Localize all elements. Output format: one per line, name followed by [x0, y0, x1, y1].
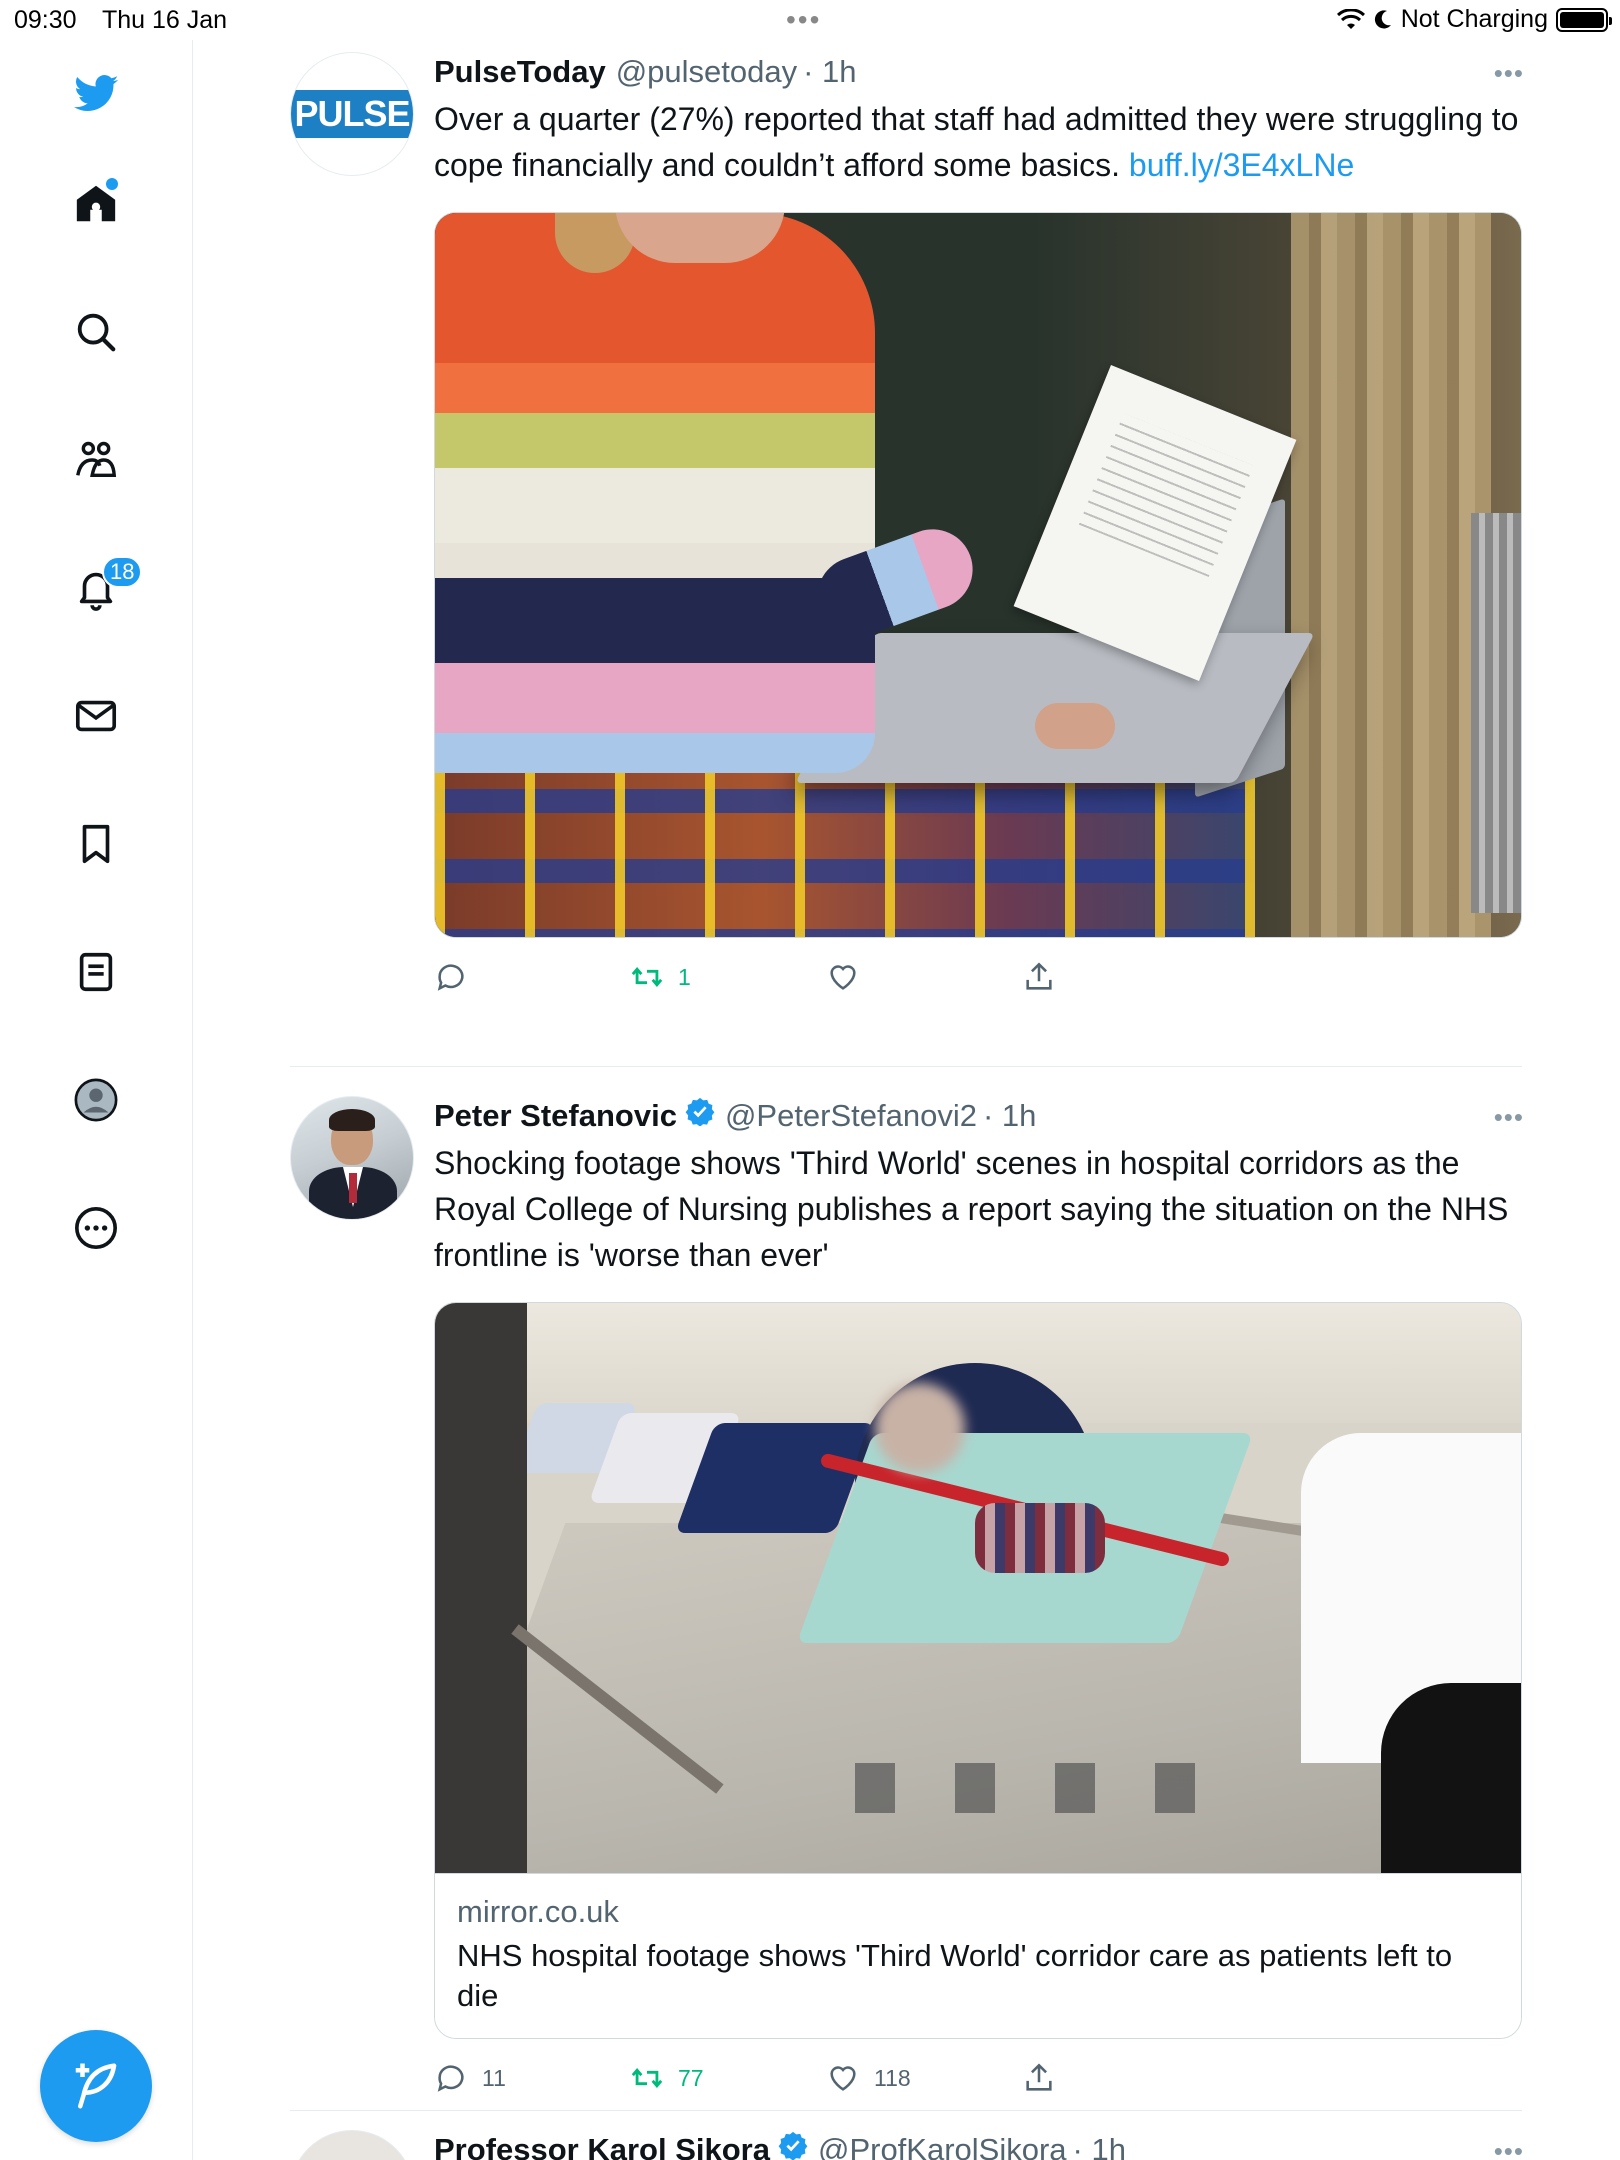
sidebar-item-home[interactable]	[60, 168, 132, 240]
share-icon	[1026, 2063, 1052, 2091]
status-date: Thu 16 Jan	[102, 6, 228, 34]
share-icon	[1026, 962, 1052, 990]
heart-icon	[830, 2066, 856, 2091]
link-card-text: mirror.co.uk NHS hospital footage shows …	[435, 1873, 1521, 2038]
sidebar-item-more[interactable]	[60, 1192, 132, 1264]
retweet-button[interactable]: 77	[630, 2061, 704, 2095]
tweet-header: Professor Karol Sikora @ProfKarolSikora …	[434, 2130, 1524, 2160]
tweet-header: Peter Stefanovic @PeterStefanovi2 · 1h	[434, 1096, 1524, 1136]
retweet-icon	[631, 2068, 663, 2088]
tweet-actions: 1	[434, 946, 1524, 1026]
reply-icon	[437, 2065, 464, 2092]
avatar-pulsetoday[interactable]: PULSE	[290, 52, 414, 176]
reply-count: 11	[482, 2064, 506, 2091]
like-count: 118	[874, 2064, 911, 2091]
link-card-domain: mirror.co.uk	[457, 1894, 619, 1929]
compose-feather-icon	[75, 2063, 117, 2109]
tweet-more-icon[interactable]: •••	[1494, 1102, 1524, 1133]
sidebar-item-lists[interactable]	[60, 936, 132, 1008]
retweet-icon	[631, 967, 663, 987]
tweet-divider	[290, 1066, 1522, 1067]
sidebar-item-messages[interactable]	[60, 680, 132, 752]
sidebar-item-profile[interactable]	[60, 1064, 132, 1136]
tweet-header: PulseToday @pulsetoday · 1h	[434, 52, 1524, 92]
twitter-logo[interactable]	[60, 56, 132, 128]
tweet-time[interactable]: · 1h	[1073, 2130, 1126, 2160]
author-name[interactable]: Professor Karol Sikora	[434, 2130, 770, 2160]
tweet-more-icon[interactable]: •••	[1494, 58, 1524, 89]
multitasking-dots[interactable]: •••	[786, 4, 821, 36]
photo-woman-laptop-bill	[435, 213, 1521, 937]
sidebar-item-explore[interactable]	[60, 296, 132, 368]
compose-tweet-button[interactable]	[40, 2030, 152, 2142]
reply-button[interactable]: 11	[434, 2061, 506, 2095]
communities-icon	[76, 441, 117, 478]
tweet-divider	[290, 2110, 1522, 2111]
sidebar-item-bookmarks[interactable]	[60, 808, 132, 880]
wifi-icon	[1336, 8, 1365, 29]
photo-hospital-corridor	[435, 1303, 1521, 1873]
like-button[interactable]: 118	[826, 2061, 911, 2095]
tweet-photo[interactable]	[434, 212, 1522, 938]
tweet-more-icon[interactable]: •••	[1494, 2136, 1524, 2160]
twitter-bird-icon	[73, 75, 119, 111]
avatar-peterstefanovic[interactable]	[290, 1096, 414, 1220]
pulse-logo: PULSE	[291, 90, 413, 138]
status-right: Not Charging	[1336, 5, 1612, 34]
sidebar-item-notifications[interactable]: 18	[60, 552, 143, 624]
tweet-text: Over a quarter (27%) reported that staff…	[434, 96, 1524, 188]
author-handle[interactable]: @pulsetoday	[616, 52, 797, 92]
battery-icon	[1556, 7, 1612, 32]
tweet-link[interactable]: buff.ly/3E4xLNe	[1129, 147, 1354, 183]
notifications-badge: 18	[102, 556, 143, 588]
share-button[interactable]	[1022, 960, 1056, 994]
tweet-body: Over a quarter (27%) reported that staff…	[434, 101, 1519, 183]
tweet-time[interactable]: · 1h	[983, 1096, 1036, 1136]
retweet-button[interactable]: 1	[630, 960, 691, 994]
tweet-time[interactable]: · 1h	[803, 52, 856, 92]
tweet-actions: 11 77 118	[434, 2047, 1524, 2127]
status-time: 09:30	[14, 6, 77, 34]
link-card-title: NHS hospital footage shows 'Third World'…	[457, 1938, 1453, 2013]
tweet-content: Peter Stefanovic @PeterStefanovi2 · 1h •…	[434, 1096, 1524, 2127]
like-button[interactable]	[826, 960, 874, 994]
verified-badge-icon	[778, 2131, 808, 2160]
heart-icon	[830, 965, 856, 990]
status-bar: 09:30 Thu 16 Jan ••• Not Charging	[0, 0, 1620, 40]
author-name[interactable]: Peter Stefanovic	[434, 1096, 677, 1136]
share-button[interactable]	[1022, 2061, 1056, 2095]
home-unread-dot	[106, 178, 118, 190]
sidebar-item-communities[interactable]	[60, 424, 132, 496]
author-name[interactable]: PulseToday	[434, 52, 606, 92]
reply-button[interactable]	[434, 960, 482, 994]
reply-icon	[437, 964, 464, 991]
avatar-profkarolsikora[interactable]	[290, 2130, 414, 2160]
retweet-count: 77	[678, 2064, 704, 2091]
moon-icon	[1374, 9, 1391, 28]
search-icon	[77, 313, 116, 352]
profile-avatar-icon	[74, 1078, 118, 1122]
more-circle-icon	[75, 1207, 117, 1249]
author-handle[interactable]: @PeterStefanovi2	[725, 1096, 977, 1136]
verified-badge-icon	[685, 1097, 715, 1126]
tweet-content: Professor Karol Sikora @ProfKarolSikora …	[434, 2130, 1524, 2160]
bookmark-icon	[82, 824, 110, 864]
lists-icon	[79, 952, 113, 992]
link-card[interactable]: mirror.co.uk NHS hospital footage shows …	[434, 1302, 1522, 2039]
tweet-content: PulseToday @pulsetoday · 1h ••• Over a q…	[434, 52, 1524, 1026]
charging-status: Not Charging	[1400, 5, 1548, 33]
envelope-icon	[75, 700, 117, 732]
author-handle[interactable]: @ProfKarolSikora	[818, 2130, 1067, 2160]
retweet-count: 1	[678, 963, 691, 990]
sidebar: 18	[0, 40, 193, 2160]
tweet-text: Shocking footage shows 'Third World' sce…	[434, 1145, 1509, 1273]
